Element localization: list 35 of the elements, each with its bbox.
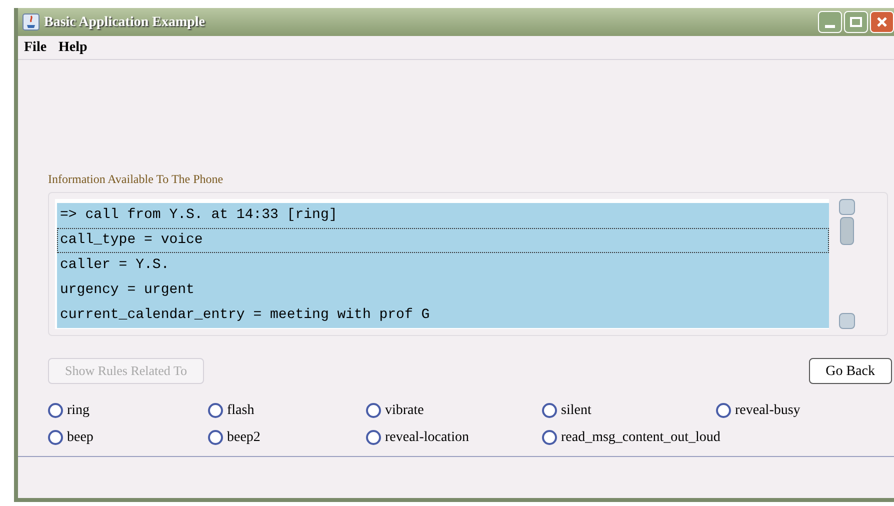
radio-label[interactable]: vibrate <box>385 400 424 421</box>
radio-label[interactable]: reveal-busy <box>735 400 800 421</box>
go-back-button[interactable]: Go Back <box>808 358 892 384</box>
radio-button[interactable] <box>208 403 223 418</box>
radio-button[interactable] <box>542 430 557 445</box>
radio-label[interactable]: read_msg_content_out_loud <box>561 427 720 448</box>
radio-label[interactable]: reveal-location <box>385 427 469 448</box>
radio-button[interactable] <box>366 430 381 445</box>
panel-title: Information Available To The Phone <box>48 171 224 188</box>
minimize-button[interactable] <box>818 11 842 33</box>
menu-item[interactable]: Help <box>58 37 88 58</box>
radio-label[interactable]: silent <box>561 400 592 421</box>
radio-label[interactable]: ring <box>67 400 90 421</box>
app-icon <box>22 13 40 31</box>
radio-button[interactable] <box>48 430 63 445</box>
maximize-button[interactable] <box>844 11 868 33</box>
radio-label[interactable]: flash <box>227 400 254 421</box>
window-title: Basic Application Example <box>44 14 206 32</box>
list-row[interactable]: current_calendar_entry = meeting with prof G <box>57 303 829 328</box>
scrollbar[interactable] <box>839 199 855 329</box>
radio-button[interactable] <box>366 403 381 418</box>
radio-button[interactable] <box>208 430 223 445</box>
info-list[interactable]: => call from Y.S. at 14:33 [ring] call_type = voice caller = Y.S. urgency = urgent current_calendar_entry = meeting with prof G <box>55 199 829 329</box>
list-row[interactable]: call_type = voice <box>57 228 829 253</box>
menu-item[interactable]: File <box>24 37 47 58</box>
radio-button[interactable] <box>48 403 63 418</box>
list-row[interactable]: caller = Y.S. <box>57 253 829 278</box>
radio-button[interactable] <box>542 403 557 418</box>
radio-button[interactable] <box>716 403 731 418</box>
close-icon <box>876 16 888 28</box>
radio-label[interactable]: beep <box>67 427 94 448</box>
close-button[interactable] <box>870 11 894 33</box>
list-row[interactable]: => call from Y.S. at 14:33 [ring] <box>57 203 829 228</box>
list-row[interactable]: urgency = urgent <box>57 278 829 303</box>
radio-label[interactable]: beep2 <box>227 427 260 448</box>
